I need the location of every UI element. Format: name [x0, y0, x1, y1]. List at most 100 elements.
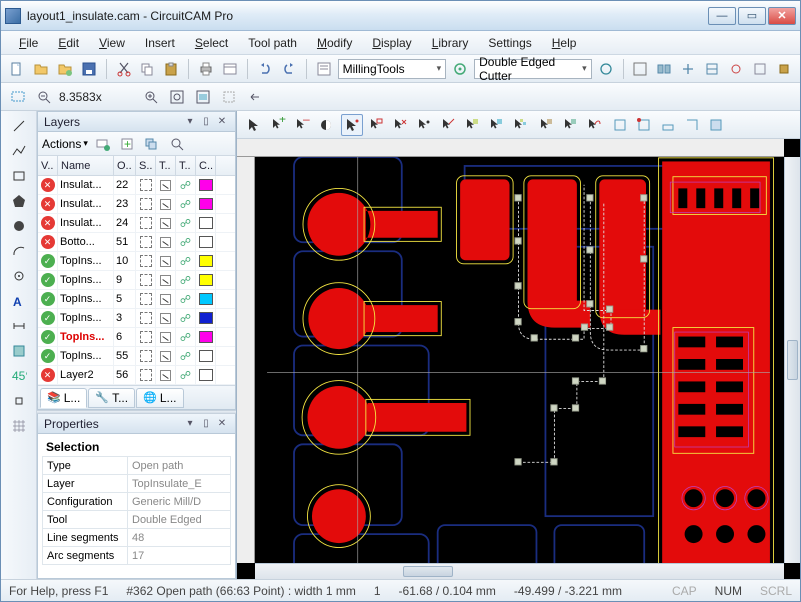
- cutter-icon[interactable]: [450, 58, 470, 80]
- transfer-icon[interactable]: ☍: [180, 274, 191, 287]
- layer-row[interactable]: ✓TopIns...6☍: [38, 328, 235, 347]
- save-icon[interactable]: [79, 58, 99, 80]
- selectable-icon[interactable]: [140, 198, 152, 210]
- ex5-icon[interactable]: [702, 58, 722, 80]
- color-swatch[interactable]: [199, 255, 213, 267]
- layer-col-header[interactable]: Name: [58, 156, 114, 175]
- layer-col-header[interactable]: C..: [196, 156, 216, 175]
- mode-rect-icon[interactable]: [365, 114, 387, 136]
- layer-row[interactable]: ✓TopIns...55☍: [38, 347, 235, 366]
- tool-combo-1[interactable]: MillingTools▾: [338, 59, 447, 79]
- snap-fill-icon[interactable]: [705, 114, 727, 136]
- transfer-icon[interactable]: ☍: [180, 293, 191, 306]
- ex7-icon[interactable]: [750, 58, 770, 80]
- copy-icon[interactable]: [138, 58, 158, 80]
- selectable-icon[interactable]: [140, 179, 152, 191]
- property-value[interactable]: 17: [128, 547, 231, 565]
- scrollbar-vertical[interactable]: [784, 157, 800, 563]
- hidden-icon[interactable]: ✕: [41, 178, 55, 192]
- tool-fill-icon[interactable]: [7, 340, 31, 362]
- paste-icon[interactable]: [161, 58, 181, 80]
- hidden-icon[interactable]: ✕: [41, 197, 55, 211]
- hidden-icon[interactable]: ✕: [41, 368, 55, 382]
- mode-dot-icon[interactable]: [413, 114, 435, 136]
- layer-row[interactable]: ✕Botto...51☍: [38, 233, 235, 252]
- tool-grid-icon[interactable]: [7, 415, 31, 437]
- true-width-icon[interactable]: [160, 237, 171, 248]
- tool-pad-icon[interactable]: [7, 265, 31, 287]
- visible-icon[interactable]: ✓: [41, 254, 55, 268]
- property-value[interactable]: TopInsulate_E: [128, 475, 231, 493]
- layer-row[interactable]: ✕Insulat...22☍: [38, 176, 235, 195]
- transfer-icon[interactable]: ☍: [180, 255, 191, 268]
- sel-arrow-icon[interactable]: [243, 114, 265, 136]
- true-width-icon[interactable]: [160, 332, 171, 343]
- undo-icon[interactable]: [255, 58, 275, 80]
- tool-dim-icon[interactable]: [7, 315, 31, 337]
- true-width-icon[interactable]: [160, 275, 171, 286]
- selectable-icon[interactable]: [140, 350, 152, 362]
- close-button[interactable]: ✕: [768, 7, 796, 25]
- panel-close-icon[interactable]: ✕: [215, 417, 229, 431]
- layer-col-header[interactable]: T..: [176, 156, 196, 175]
- zoom-in-icon[interactable]: [140, 86, 162, 108]
- menu-modify[interactable]: Modify: [309, 34, 360, 52]
- tool-text-icon[interactable]: A: [7, 290, 31, 312]
- transfer-icon[interactable]: ☍: [180, 331, 191, 344]
- property-value[interactable]: Open path: [128, 457, 231, 475]
- layer-row[interactable]: ✓TopIns...10☍: [38, 252, 235, 271]
- tool-line-icon[interactable]: [7, 115, 31, 137]
- tool-polyline-icon[interactable]: [7, 140, 31, 162]
- color-swatch[interactable]: [199, 312, 213, 324]
- selectable-icon[interactable]: [140, 312, 152, 324]
- color-swatch[interactable]: [199, 198, 213, 210]
- layer-row[interactable]: ✕Layer256☍: [38, 366, 235, 385]
- ex2-icon[interactable]: [630, 58, 650, 80]
- snap-corner-icon[interactable]: [681, 114, 703, 136]
- minimize-button[interactable]: —: [708, 7, 736, 25]
- sel-plus-icon[interactable]: +: [267, 114, 289, 136]
- mode-layer1-icon[interactable]: [535, 114, 557, 136]
- tool-circle-icon[interactable]: [7, 215, 31, 237]
- property-value[interactable]: Double Edged: [128, 511, 231, 529]
- panel-tab-layers[interactable]: 📚 L...: [40, 388, 87, 408]
- true-width-icon[interactable]: [160, 180, 171, 191]
- transfer-icon[interactable]: ☍: [180, 236, 191, 249]
- tool-combo-2[interactable]: Double Edged Cutter▾: [474, 59, 592, 79]
- color-swatch[interactable]: [199, 274, 213, 286]
- open-icon[interactable]: [31, 58, 51, 80]
- true-width-icon[interactable]: [160, 313, 171, 324]
- layer-row[interactable]: ✓TopIns...9☍: [38, 271, 235, 290]
- ex6-icon[interactable]: [726, 58, 746, 80]
- visible-icon[interactable]: ✓: [41, 311, 55, 325]
- panel-close-icon[interactable]: ✕: [215, 115, 229, 129]
- tool-snap-icon[interactable]: [7, 390, 31, 412]
- extra1-icon[interactable]: [596, 58, 616, 80]
- property-value[interactable]: Generic Mill/D: [128, 493, 231, 511]
- tool-angle-icon[interactable]: 45°: [7, 365, 31, 387]
- open2-icon[interactable]: [55, 58, 75, 80]
- props-icon[interactable]: [220, 58, 240, 80]
- layer-add-icon[interactable]: [92, 133, 114, 155]
- selectable-icon[interactable]: [140, 217, 152, 229]
- true-width-icon[interactable]: [160, 351, 171, 362]
- color-swatch[interactable]: [199, 217, 213, 229]
- menu-select[interactable]: Select: [187, 34, 236, 52]
- zoom-out-icon[interactable]: [33, 86, 55, 108]
- color-swatch[interactable]: [199, 331, 213, 343]
- color-swatch[interactable]: [199, 350, 213, 362]
- color-swatch[interactable]: [199, 293, 213, 305]
- menu-library[interactable]: Library: [424, 34, 477, 52]
- selectable-icon[interactable]: [140, 293, 152, 305]
- mode-g2-icon[interactable]: [485, 114, 507, 136]
- mode-point-icon[interactable]: [341, 114, 363, 136]
- color-swatch[interactable]: [199, 369, 213, 381]
- layer-new-icon[interactable]: +: [116, 133, 138, 155]
- sel-minus-icon[interactable]: –: [291, 114, 313, 136]
- menu-insert[interactable]: Insert: [137, 34, 183, 52]
- visible-icon[interactable]: ✓: [41, 273, 55, 287]
- layer-col-header[interactable]: S..: [136, 156, 156, 175]
- actions-button[interactable]: Actions: [42, 137, 81, 151]
- color-swatch[interactable]: [199, 179, 213, 191]
- layer-col-header[interactable]: V..: [38, 156, 58, 175]
